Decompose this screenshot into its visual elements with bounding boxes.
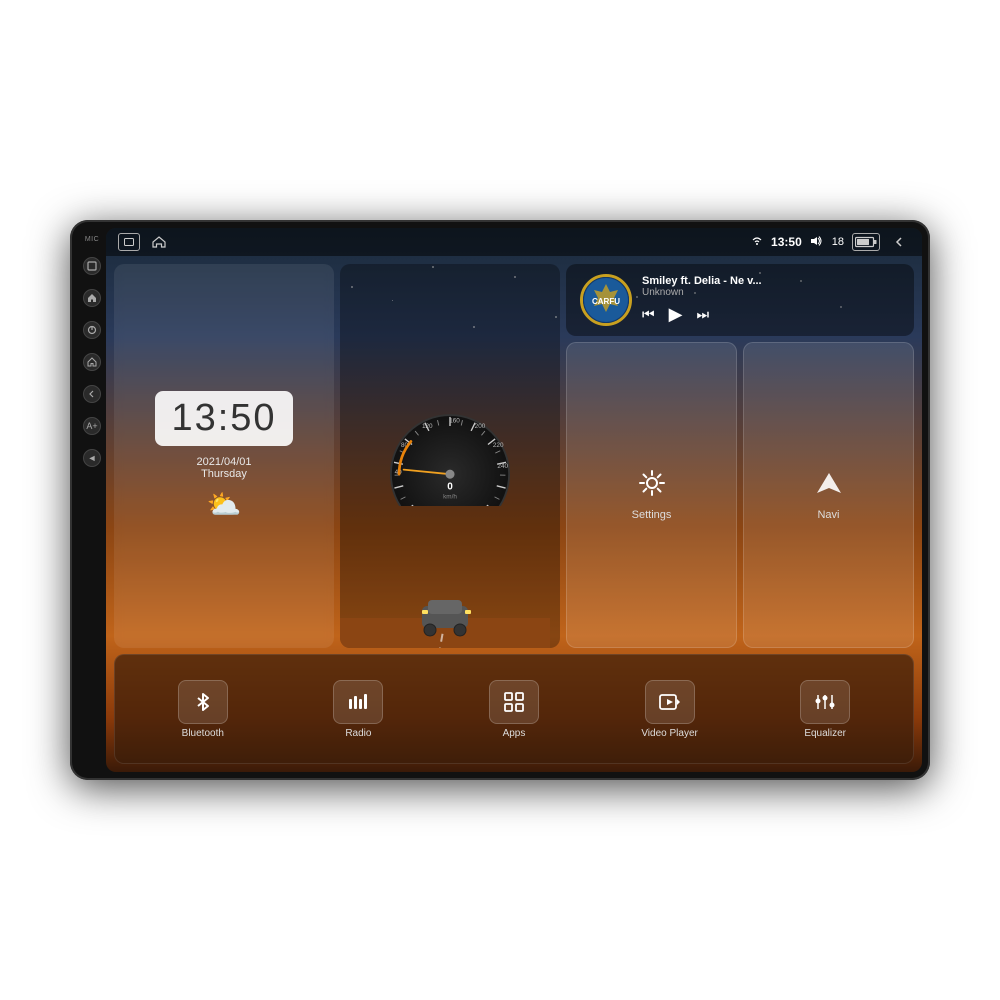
- navi-icon: [815, 469, 843, 503]
- navi-label: Navi: [817, 509, 839, 521]
- radio-label: Radio: [345, 728, 371, 739]
- settings-tile[interactable]: Settings: [566, 342, 737, 648]
- clock-time: 13:50: [171, 397, 276, 440]
- svg-text:km/h: km/h: [443, 494, 457, 501]
- clock-widget[interactable]: 13:50 2021/04/01 Thursday ⛅: [114, 264, 334, 648]
- main-content: 13:50 2021/04/01 Thursday ⛅: [106, 256, 922, 772]
- bottom-bar: Bluetooth Radio: [114, 654, 914, 764]
- navi-tile[interactable]: Navi: [743, 342, 914, 648]
- vol-up-button[interactable]: A+: [83, 417, 101, 435]
- status-indicators: 13:50 18: [751, 233, 910, 251]
- svg-text:200: 200: [475, 423, 486, 430]
- speedometer-gauge: 40 80 120 160 200 220 240 0 km/h: [370, 406, 530, 506]
- radio-icon-wrap: [333, 680, 383, 724]
- bluetooth-label: Bluetooth: [182, 728, 224, 739]
- recent-apps-nav[interactable]: [118, 233, 140, 251]
- right-panel: CARFU Smiley ft. Delia - Ne v... Unknown…: [566, 264, 914, 648]
- video-player-icon-wrap: [645, 680, 695, 724]
- apps-icon-wrap: [489, 680, 539, 724]
- screen: 13:50 18 13:50 2021/04/01: [106, 228, 922, 772]
- status-time: 13:50: [771, 235, 802, 249]
- volume-icon: [810, 236, 824, 249]
- car-head-unit: MIC A+ ◄: [70, 220, 930, 780]
- track-artist: Unknown: [642, 287, 900, 298]
- home-button[interactable]: [83, 289, 101, 307]
- clock-day: Thursday: [201, 468, 247, 480]
- svg-text:0: 0: [447, 482, 453, 493]
- video-player-icon: [659, 691, 681, 713]
- bluetooth-icon: [192, 691, 214, 713]
- bluetooth-item[interactable]: Bluetooth: [125, 680, 281, 739]
- music-controls: ⏮ ▶ ⏭: [642, 304, 900, 325]
- music-widget[interactable]: CARFU Smiley ft. Delia - Ne v... Unknown…: [566, 264, 914, 336]
- recent-apps-button[interactable]: [83, 257, 101, 275]
- speed-widget: 40 80 120 160 200 220 240 0 km/h: [340, 264, 560, 648]
- svg-text:220: 220: [493, 442, 504, 449]
- mic-label: MIC: [85, 236, 99, 243]
- track-title: Smiley ft. Delia - Ne v...: [642, 275, 900, 287]
- apps-label: Apps: [503, 728, 526, 739]
- back-button[interactable]: [83, 385, 101, 403]
- video-player-item[interactable]: Video Player: [592, 680, 748, 739]
- play-button[interactable]: ▶: [669, 304, 683, 325]
- carfu-logo: CARFU: [583, 277, 629, 323]
- video-player-label: Video Player: [641, 728, 698, 739]
- prev-button[interactable]: ⏮: [642, 306, 655, 323]
- back-nav[interactable]: [888, 233, 910, 251]
- home2-button[interactable]: [83, 353, 101, 371]
- equalizer-icon: [814, 691, 836, 713]
- status-nav-icons: [118, 233, 170, 251]
- album-art: CARFU: [580, 274, 632, 326]
- settings-label: Settings: [632, 509, 672, 521]
- side-button-panel: MIC A+ ◄: [78, 228, 106, 772]
- equalizer-icon-wrap: [800, 680, 850, 724]
- bluetooth-icon-wrap: [178, 680, 228, 724]
- home-nav[interactable]: [148, 233, 170, 251]
- svg-text:160: 160: [449, 417, 460, 424]
- clock-display: 13:50: [155, 391, 292, 446]
- radio-item[interactable]: Radio: [281, 680, 437, 739]
- equalizer-item[interactable]: Equalizer: [747, 680, 903, 739]
- vol-down-button[interactable]: ◄: [83, 449, 101, 467]
- status-bar: 13:50 18: [106, 228, 922, 256]
- radio-icon: [347, 691, 369, 713]
- rst-button[interactable]: [83, 321, 101, 339]
- weather-icon: ⛅: [207, 488, 242, 521]
- next-button[interactable]: ⏭: [696, 306, 709, 323]
- svg-text:CARFU: CARFU: [592, 297, 620, 306]
- apps-item[interactable]: Apps: [436, 680, 592, 739]
- wifi-icon: [751, 236, 763, 249]
- volume-level: 18: [832, 236, 844, 248]
- apps-icon: [503, 691, 525, 713]
- clock-date: 2021/04/01: [196, 456, 251, 468]
- settings-navi-row: Settings Navi: [566, 342, 914, 648]
- settings-icon: [638, 469, 666, 503]
- svg-text:120: 120: [422, 423, 433, 430]
- svg-text:240: 240: [497, 463, 508, 470]
- battery-icon: [852, 233, 880, 251]
- music-info: Smiley ft. Delia - Ne v... Unknown ⏮ ▶ ⏭: [642, 275, 900, 325]
- road-scene: [340, 588, 550, 648]
- equalizer-label: Equalizer: [804, 728, 846, 739]
